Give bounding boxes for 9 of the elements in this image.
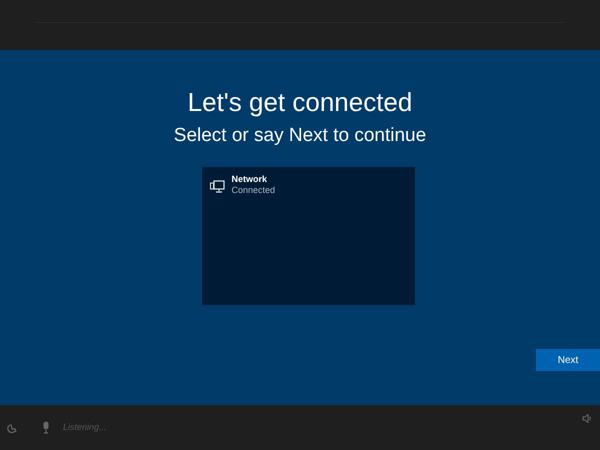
network-status: Connected xyxy=(232,185,276,196)
accessibility-icon[interactable] xyxy=(6,422,18,434)
next-button[interactable]: Next xyxy=(536,349,600,371)
network-monitor-icon xyxy=(210,180,224,193)
volume-icon[interactable] xyxy=(582,414,592,423)
network-name[interactable]: Network xyxy=(232,174,276,185)
microphone-icon[interactable] xyxy=(41,421,51,434)
page-subheading: Select or say Next to continue xyxy=(174,124,426,148)
page-heading: Let's get connected xyxy=(188,86,412,118)
